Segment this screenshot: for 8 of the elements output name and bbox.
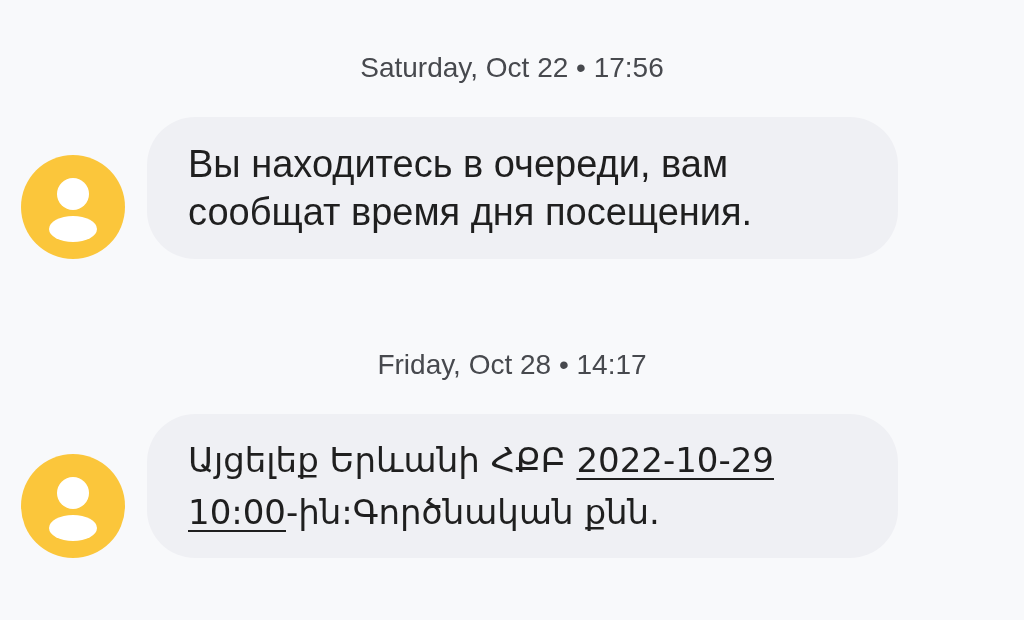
person-avatar-icon	[21, 454, 125, 558]
message-timestamp: Friday, Oct 28 • 14:17	[377, 349, 647, 381]
datetime-link[interactable]: 10:00	[188, 492, 286, 532]
message-text: Вы находитесь в очереди, вам сообщат время дня посещения.	[188, 142, 754, 235]
person-avatar-icon	[21, 155, 125, 259]
message-timestamp: Saturday, Oct 22 • 17:56	[360, 52, 664, 84]
message-text: Այցելեք Երևանի ՀՔԲ 2022-10-29 10:00-ին:Գործնական քնն.	[188, 439, 775, 534]
datetime-link[interactable]: 2022-10-29	[576, 440, 774, 480]
